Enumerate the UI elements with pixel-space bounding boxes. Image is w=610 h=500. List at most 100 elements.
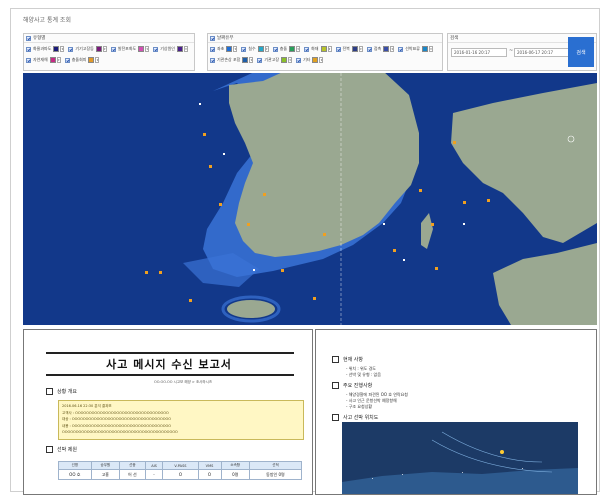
- accident-map[interactable]: [23, 73, 597, 325]
- type-filter-checkbox[interactable]: [110, 46, 116, 52]
- chevron-down-icon[interactable]: ▾: [102, 46, 107, 52]
- type-filter-checkbox[interactable]: [153, 46, 159, 52]
- type-filter-checkbox[interactable]: [68, 46, 74, 52]
- category-filter-checkbox[interactable]: [210, 46, 215, 52]
- title-top-rule: [46, 352, 294, 354]
- color-swatch[interactable]: [176, 46, 183, 52]
- chevron-down-icon[interactable]: ▾: [358, 46, 363, 52]
- category-filter-checkbox[interactable]: [366, 46, 372, 52]
- table-cell: 0명: [220, 469, 250, 480]
- type-filter-item[interactable]: 화물과파도 ▾: [26, 45, 65, 53]
- table-cell: O: [197, 469, 222, 480]
- table-header-cell: 선종: [119, 461, 146, 470]
- color-swatch[interactable]: [53, 46, 60, 52]
- section-progress-label: 주요 진행사항: [343, 383, 373, 389]
- section-progress: 주요 진행사항: [332, 382, 372, 389]
- category-filter-item[interactable]: 기관고장 ▾: [257, 56, 293, 64]
- category-filter-checkbox[interactable]: [398, 46, 404, 52]
- color-swatch[interactable]: [88, 57, 95, 63]
- category-filter-checkbox[interactable]: [241, 46, 247, 52]
- title-bottom-rule: [46, 374, 294, 376]
- category-filter-item[interactable]: 기타 ▾: [296, 56, 324, 64]
- table-header-cell: AIS: [144, 461, 164, 470]
- color-swatch[interactable]: [281, 57, 288, 63]
- category-filter-header: 날짜유무: [208, 34, 442, 43]
- color-swatch[interactable]: [95, 46, 102, 52]
- chevron-down-icon[interactable]: ▾: [95, 57, 100, 63]
- category-filter-item[interactable]: 좌초 ▾: [210, 45, 238, 53]
- type-filter-checkbox[interactable]: [64, 57, 70, 63]
- type-filter-item[interactable]: 충돌회피 ▾: [64, 56, 100, 64]
- category-filter-item[interactable]: 기관손상 포함 ▾: [210, 56, 254, 64]
- category-filter-item[interactable]: 접촉 ▾: [366, 45, 395, 53]
- category-filter-checkbox[interactable]: [210, 57, 215, 63]
- color-swatch[interactable]: [226, 46, 233, 52]
- chevron-down-icon[interactable]: ▾: [183, 46, 188, 52]
- type-filter-label: 화물과파도: [33, 46, 52, 51]
- chevron-down-icon[interactable]: ▾: [264, 46, 269, 52]
- report-page-2: 현재 사항 - 위치 : 위도 경도 - 선박 및 유형 : 없음 주요 진행사…: [315, 329, 597, 495]
- category-filter-item[interactable]: 화재 ▾: [304, 45, 332, 53]
- type-filter-checkbox[interactable]: [26, 57, 31, 63]
- category-filter-label: 침수: [248, 46, 256, 51]
- color-swatch[interactable]: [383, 46, 390, 52]
- color-swatch[interactable]: [289, 46, 296, 52]
- chevron-down-icon[interactable]: ▾: [288, 57, 293, 63]
- color-swatch[interactable]: [49, 57, 56, 63]
- type-filter-label: 기기고장등: [75, 46, 94, 51]
- type-filter-label: 자연재해: [33, 57, 48, 62]
- section-checkbox-icon: [46, 446, 53, 453]
- category-filter-item[interactable]: 선박표류 ▾: [398, 45, 433, 53]
- type-filter-checkbox[interactable]: [26, 35, 31, 41]
- chevron-down-icon[interactable]: ▾: [145, 46, 150, 52]
- table-header-cell: 선명: [58, 461, 92, 470]
- category-filter-label: 화재: [311, 46, 319, 51]
- color-swatch[interactable]: [351, 46, 358, 52]
- type-filter-checkbox[interactable]: [26, 46, 31, 52]
- color-swatch[interactable]: [242, 57, 249, 63]
- chevron-down-icon[interactable]: ▾: [327, 46, 332, 52]
- type-filter-item[interactable]: 발전포화도 ▾: [110, 45, 150, 53]
- list-item: - 선박 및 유형 : 없음: [346, 372, 381, 377]
- category-filter-title: 날짜유무: [217, 36, 234, 41]
- color-swatch[interactable]: [312, 57, 319, 63]
- end-date-input[interactable]: 2016-06-17 20:17: [514, 48, 570, 57]
- color-swatch[interactable]: [257, 46, 264, 52]
- table-header-cell: VMS: [197, 461, 222, 470]
- date-separator: ~: [509, 48, 514, 54]
- type-filter-item[interactable]: 기기고장등 ▾: [68, 45, 107, 53]
- category-filter-checkbox[interactable]: [296, 57, 302, 63]
- category-filter-checkbox[interactable]: [335, 46, 341, 52]
- chevron-down-icon[interactable]: ▾: [319, 57, 324, 63]
- section-overview-label: 상황 개요: [57, 389, 77, 395]
- category-filter-items: 좌초 ▾ 침수 ▾ 충돌 ▾ 화재 ▾ 전복 ▾ 접촉 ▾ 선박표류 ▾ 기관손상 포함 ▾ 기관고장 ▾ 기타 ▾: [208, 43, 442, 66]
- start-date-input[interactable]: 2016-01-16 20:17: [451, 48, 507, 57]
- overview-note-box: 2016.06.16 22:30 분석 결과보 고객사 : OOOOOOOOOO…: [58, 400, 304, 440]
- color-swatch[interactable]: [320, 46, 327, 52]
- category-filter-label: 접촉: [373, 46, 382, 51]
- category-filter-checkbox[interactable]: [257, 57, 263, 63]
- category-filter-checkbox[interactable]: [272, 46, 278, 52]
- table-header-cell: 승무원: [90, 461, 121, 470]
- section-location-label: 사고 선박 위치도: [343, 415, 379, 421]
- category-filter-label: 좌초: [217, 46, 225, 51]
- type-filter-item[interactable]: 기상원인 ▾: [153, 45, 188, 53]
- chevron-down-icon[interactable]: ▾: [296, 46, 301, 52]
- chevron-down-icon[interactable]: ▾: [60, 46, 65, 52]
- section-checkbox-icon: [332, 414, 339, 421]
- color-swatch[interactable]: [138, 46, 145, 52]
- chevron-down-icon[interactable]: ▾: [249, 57, 254, 63]
- category-filter-item[interactable]: 전복 ▾: [335, 45, 363, 53]
- category-filter-checkbox[interactable]: [304, 46, 310, 52]
- chevron-down-icon[interactable]: ▾: [233, 46, 238, 52]
- type-filter-label: 기상원인: [160, 46, 175, 51]
- category-filter-checkbox[interactable]: [210, 35, 215, 41]
- search-button[interactable]: 검색: [568, 37, 594, 67]
- color-swatch[interactable]: [421, 46, 428, 52]
- chevron-down-icon[interactable]: ▾: [390, 46, 395, 52]
- category-filter-item[interactable]: 침수 ▾: [241, 45, 269, 53]
- type-filter-item[interactable]: 자연재해 ▾: [26, 56, 61, 64]
- chevron-down-icon[interactable]: ▾: [428, 46, 433, 52]
- category-filter-item[interactable]: 충돌 ▾: [272, 45, 301, 53]
- chevron-down-icon[interactable]: ▾: [56, 57, 61, 63]
